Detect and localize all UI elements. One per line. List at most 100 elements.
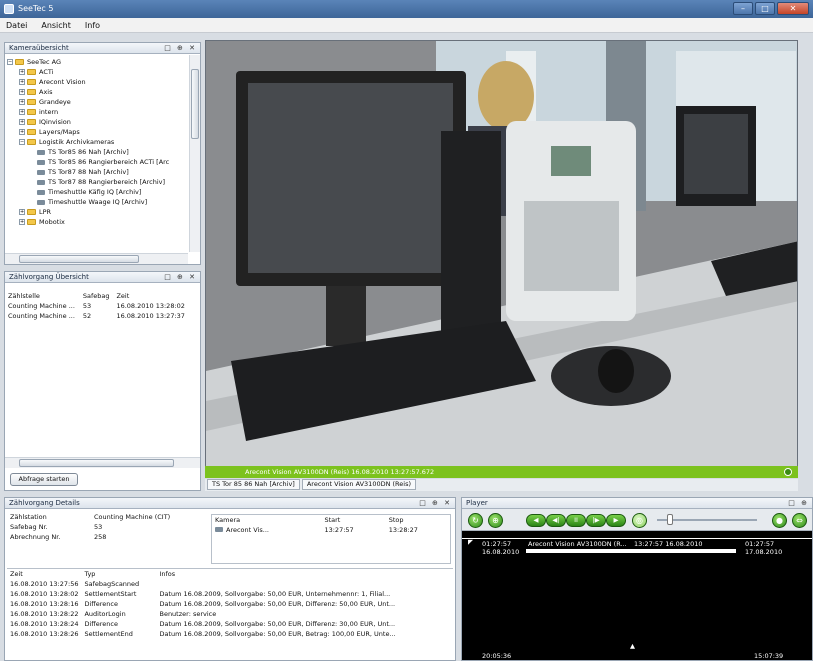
export-icon[interactable]: ⇔ [792, 513, 807, 528]
tree-camera[interactable]: TS Tor87 88 Rangierbereich [Archiv] [7, 177, 188, 187]
tree-vertical-scrollbar[interactable] [189, 55, 200, 252]
record-indicator-icon [784, 468, 792, 476]
table-row[interactable]: 16.08.2010 13:28:24 Difference Datum 16.08… [7, 619, 453, 629]
tree-folder[interactable]: + ACTi [7, 67, 188, 77]
column-header[interactable]: Kamera [212, 515, 321, 525]
table-row[interactable]: 16.08.2010 13:28:22 AuditorLogin Benutzer:… [7, 609, 453, 619]
column-header[interactable]: Zählstelle [5, 291, 80, 301]
start-query-button[interactable]: Abfrage starten [10, 473, 78, 486]
column-header[interactable]: Stop [386, 515, 450, 525]
tab-ts-tor[interactable]: TS Tor 85 86 Nah [Archiv] [207, 479, 300, 490]
tree-folder[interactable]: + Mobotix [7, 217, 188, 227]
table-header: Kamera Start Stop [212, 515, 450, 525]
video-status-bar: Arecont Vision AV3100DN (Reis) 16.08.201… [205, 466, 798, 478]
overview-horizontal-scrollbar[interactable] [5, 457, 200, 468]
minimize-button[interactable]: – [733, 2, 753, 15]
panel-controls-icon[interactable]: □ ⊕ ✕ [164, 43, 197, 54]
refresh-icon[interactable]: ↻ [468, 513, 483, 528]
table-row[interactable]: 16.08.2010 13:28:16 Difference Datum 16.08… [7, 599, 453, 609]
timeline-top-line [462, 538, 812, 539]
playhead-icon[interactable]: ▲ [630, 642, 635, 650]
tree-folder[interactable]: + LPR [7, 207, 188, 217]
timeline-start: 20:05:36 [482, 652, 512, 660]
folder-icon [27, 79, 36, 85]
folder-icon [15, 59, 24, 65]
tab-arecont[interactable]: Arecont Vision AV3100DN (Reis) [301, 479, 417, 490]
camera-overview-title: Kameraübersicht [9, 44, 69, 52]
tree-camera[interactable]: Timeshuttle Käfig IQ [Archiv] [7, 187, 188, 197]
count-overview-panel: Zählvorgang Übersicht □ ⊕ ✕ Zählstelle S… [4, 271, 201, 491]
tree-folder[interactable]: + IQinvision [7, 117, 188, 127]
column-header[interactable]: Zeit [113, 291, 190, 301]
table-row[interactable]: Arecont Vis... 13:27:57 13:28:27 [212, 525, 450, 535]
tree-folder[interactable]: + Axis [7, 87, 188, 97]
clip-end-time: 01:27:57 [745, 540, 775, 548]
folder-icon [27, 129, 36, 135]
tree-folder[interactable]: + Arecont Vision [7, 77, 188, 87]
camera-icon [37, 179, 45, 185]
clip-marker: 13:27:57 16.08.2010 [634, 540, 703, 548]
folder-icon [27, 109, 36, 115]
rewind-button[interactable]: ◀ [526, 514, 546, 527]
maximize-button[interactable]: □ [755, 2, 775, 15]
play-button[interactable]: ▶ [606, 514, 626, 527]
tree-folder[interactable]: + Layers/Maps [7, 127, 188, 137]
details-fields: Zählstation Counting Machine (CIT) Safeba… [10, 513, 171, 541]
tree-camera[interactable]: TS Tor87 88 Nah [Archiv] [7, 167, 188, 177]
camera-overview-header: Kameraübersicht □ ⊕ ✕ [5, 43, 200, 54]
speed-icon[interactable]: ◎ [632, 513, 647, 528]
column-header[interactable]: Zeit [7, 569, 81, 579]
speed-slider[interactable] [657, 514, 757, 525]
menu-info[interactable]: Info [85, 18, 100, 32]
count-overview-table: Zählstelle Safebag Zeit Counting Machine… [5, 291, 190, 321]
video-status-text: Arecont Vision AV3100DN (Reis) 16.08.201… [245, 468, 435, 476]
panel-controls-icon[interactable]: □ ⊕ ✕ [419, 498, 452, 509]
menu-datei[interactable]: Datei [6, 18, 27, 32]
step-forward-button[interactable]: |▶ [586, 514, 606, 527]
player-panel: Player □ ⊕ ↻ ⊕ ◀ ◀| II |▶ ▶ ◎ ● ⇔ ◤ 01:2… [461, 497, 813, 661]
folder-icon [27, 69, 36, 75]
video-view[interactable] [205, 40, 798, 478]
event-log: Zeit Typ Infos 16.08.2010 13:27:56 Safeba… [7, 568, 453, 658]
tree-camera[interactable]: TS Tor85 86 Nah [Archiv] [7, 147, 188, 157]
count-overview-title: Zählvorgang Übersicht [9, 273, 89, 281]
camera-icon [37, 149, 45, 155]
record-icon[interactable]: ● [772, 513, 787, 528]
menu-ansicht[interactable]: Ansicht [41, 18, 71, 32]
table-row[interactable]: Counting Machine ... 52 16.08.2010 13:27:3… [5, 311, 190, 321]
column-header[interactable]: Infos [156, 569, 453, 579]
table-row[interactable]: Counting Machine ... 53 16.08.2010 13:28:0… [5, 301, 190, 311]
clip-start-time: 01:27:57 [482, 540, 512, 548]
folder-icon [27, 99, 36, 105]
window-title: SeeTec 5 [18, 4, 54, 13]
folder-icon [27, 89, 36, 95]
step-back-button[interactable]: ◀| [546, 514, 566, 527]
sync-icon[interactable]: ⊕ [488, 513, 503, 528]
tree-folder[interactable]: − Logistik Archivkameras [7, 137, 188, 147]
table-header: Zählstelle Safebag Zeit [5, 291, 190, 301]
title-bar: SeeTec 5 – □ ✕ [0, 0, 813, 18]
column-header[interactable]: Typ [81, 569, 156, 579]
panel-controls-icon[interactable]: □ ⊕ ✕ [164, 272, 197, 283]
table-row[interactable]: 16.08.2010 13:28:26 SettlementEnd Datum 16… [7, 629, 453, 639]
tree-camera[interactable]: Timeshuttle Waage IQ [Archiv] [7, 197, 188, 207]
pause-button[interactable]: II [566, 514, 586, 527]
column-header[interactable]: Safebag [80, 291, 114, 301]
camera-overview-panel: Kameraübersicht □ ⊕ ✕ − SeeTec AG + ACTi +… [4, 42, 201, 265]
tree-folder[interactable]: + Grandeye [7, 97, 188, 107]
timeline-area[interactable] [462, 560, 812, 648]
tree-horizontal-scrollbar[interactable] [5, 253, 188, 264]
folder-icon [27, 139, 36, 145]
table-row[interactable]: 16.08.2010 13:27:56 SafebagScanned [7, 579, 453, 589]
table-row[interactable]: 16.08.2010 13:28:02 SettlementStart Datum … [7, 589, 453, 599]
count-details-panel: Zählvorgang Details □ ⊕ ✕ Zählstation Cou… [4, 497, 456, 661]
panel-controls-icon[interactable]: □ ⊕ [788, 498, 809, 509]
camera-icon [37, 159, 45, 165]
tree-camera[interactable]: TS Tor85 86 Rangierbereich ACTi [Arc [7, 157, 188, 167]
close-button[interactable]: ✕ [777, 2, 809, 15]
clip-track[interactable] [526, 549, 736, 553]
folder-icon [27, 219, 36, 225]
tree-root[interactable]: − SeeTec AG [7, 57, 188, 67]
tree-folder[interactable]: + intern [7, 107, 188, 117]
column-header[interactable]: Start [321, 515, 385, 525]
